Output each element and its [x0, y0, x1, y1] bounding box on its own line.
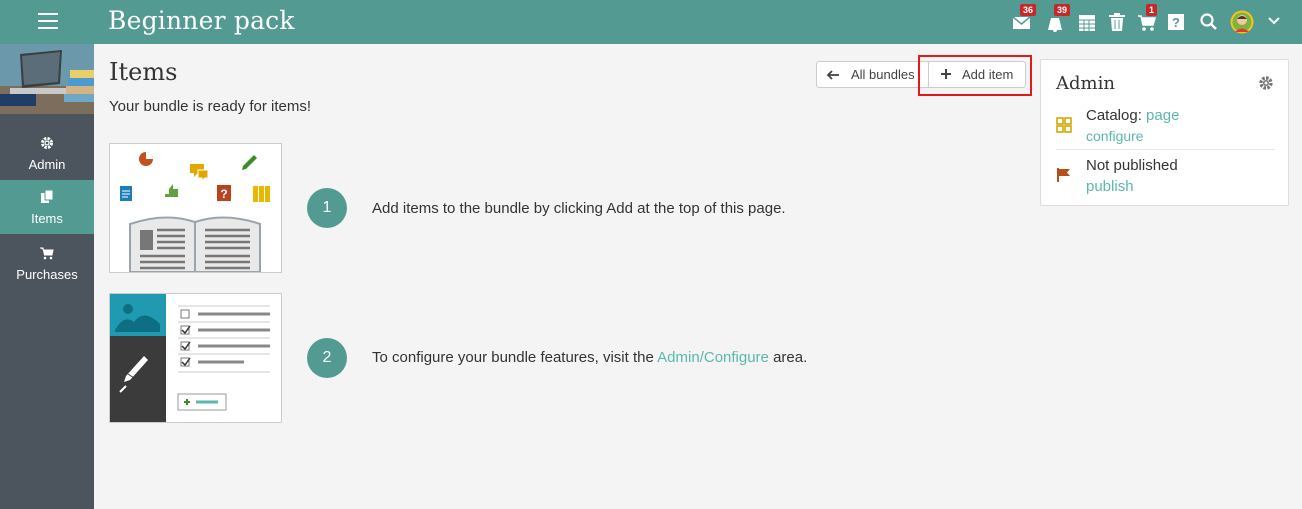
add-item-label: Add item — [962, 67, 1014, 82]
svg-text:?: ? — [220, 187, 227, 201]
step-2-text-after: area. — [768, 349, 808, 366]
app-title: Beginner pack — [108, 6, 295, 35]
step-number-2: 2 — [307, 338, 347, 378]
sidebar-item-label: Purchases — [16, 267, 78, 282]
bell-icon[interactable]: 39 — [1045, 4, 1071, 32]
sidebar: Admin Items Purchases — [0, 44, 94, 509]
cart-badge: 1 — [1146, 4, 1158, 16]
divider — [1056, 149, 1275, 150]
envelope-icon[interactable]: 36 — [1012, 4, 1037, 32]
avatar[interactable] — [1230, 10, 1254, 34]
publish-row: Not published publish — [1056, 157, 1275, 197]
catalog-label: Catalog: page — [1086, 107, 1179, 124]
sidebar-item-label: Items — [31, 211, 63, 226]
sidebar-item-items[interactable]: Items — [0, 180, 94, 234]
page-title: Items — [109, 58, 178, 86]
calendar-icon[interactable] — [1078, 12, 1098, 32]
arrow-left-icon — [826, 70, 839, 80]
svg-text:?: ? — [1172, 15, 1180, 30]
step-2-text: To configure your bundle features, visit… — [372, 349, 807, 366]
sidebar-item-admin[interactable]: Admin — [0, 126, 94, 180]
chevron-down-icon[interactable] — [1267, 14, 1281, 28]
catalog-page-link[interactable]: page — [1146, 107, 1179, 124]
admin-panel: Admin Catalog: page configure Not publis… — [1040, 59, 1289, 206]
catalog-label-text: Catalog: — [1086, 107, 1147, 124]
top-bar: Beginner pack 36 39 1 ? — [0, 0, 1302, 44]
help-icon[interactable]: ? — [1167, 12, 1187, 32]
toolbar-button-group: All bundles Add item — [816, 61, 1026, 88]
gear-icon — [41, 137, 53, 149]
copy-icon — [41, 190, 54, 203]
trash-icon[interactable] — [1108, 12, 1128, 32]
plus-icon — [941, 69, 951, 79]
admin-panel-title: Admin — [1056, 73, 1115, 94]
catalog-grid-icon — [1056, 117, 1072, 133]
step-2-text-before: To configure your bundle features, visit… — [372, 349, 658, 366]
gear-icon[interactable] — [1258, 75, 1274, 91]
step-number-1: 1 — [307, 188, 347, 228]
all-bundles-button[interactable]: All bundles — [817, 62, 922, 87]
catalog-row: Catalog: page configure — [1056, 107, 1275, 147]
publish-status: Not published — [1086, 157, 1178, 174]
page-subtitle: Your bundle is ready for items! — [109, 98, 312, 115]
configure-illustration — [109, 293, 282, 423]
search-icon[interactable] — [1199, 12, 1219, 32]
flag-icon — [1057, 168, 1070, 182]
sidebar-banner-image — [0, 44, 94, 114]
add-items-illustration: ? — [109, 143, 282, 273]
messages-badge: 36 — [1020, 4, 1037, 16]
hamburger-menu-icon[interactable] — [38, 13, 58, 31]
notifications-badge: 39 — [1054, 4, 1071, 16]
cart-icon — [40, 247, 54, 260]
step-1-text: Add items to the bundle by clicking Add … — [372, 200, 786, 217]
cart-icon[interactable]: 1 — [1137, 4, 1158, 32]
sidebar-item-label: Admin — [28, 157, 66, 172]
admin-configure-link[interactable]: Admin/Configure — [657, 349, 769, 366]
publish-link[interactable]: publish — [1086, 178, 1134, 195]
add-item-button[interactable]: Add item — [928, 62, 1026, 87]
configure-link[interactable]: configure — [1086, 128, 1144, 144]
all-bundles-label: All bundles — [851, 67, 915, 82]
sidebar-item-purchases[interactable]: Purchases — [0, 236, 94, 290]
